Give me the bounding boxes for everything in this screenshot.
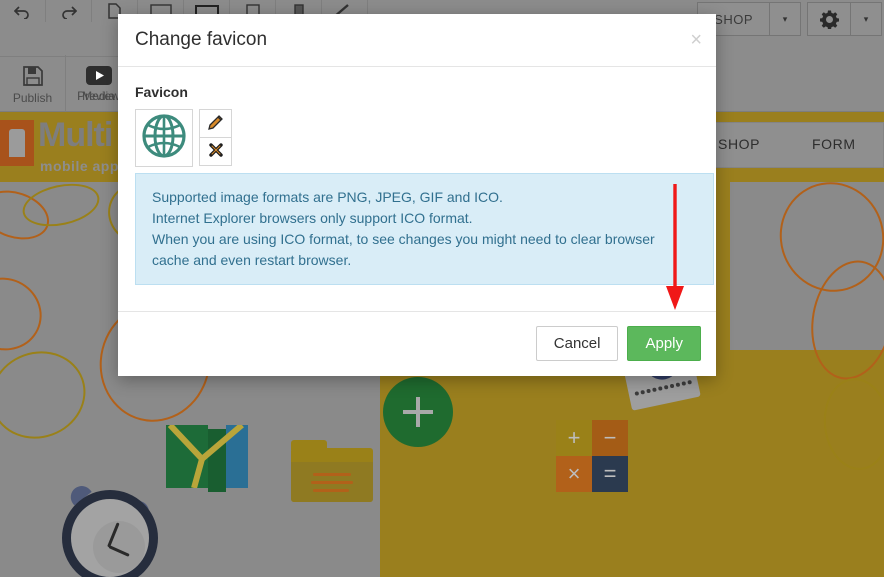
folder-illustration	[291, 440, 373, 502]
calc-key-multiply: ×	[556, 456, 592, 492]
edit-favicon-button[interactable]	[199, 109, 232, 138]
apply-button[interactable]: Apply	[627, 326, 701, 361]
clock-inner	[93, 521, 145, 573]
nav-item-shop[interactable]: SHOP	[718, 136, 760, 152]
cancel-button[interactable]: Cancel	[535, 326, 619, 361]
red-down-arrow-annotation	[666, 184, 684, 310]
info-line: When you are using ICO format, to see ch…	[152, 231, 655, 247]
calc-key-plus: +	[556, 420, 592, 456]
favicon-row	[135, 109, 699, 167]
calc-key-equals: =	[592, 456, 628, 492]
favicon-section-label: Favicon	[135, 84, 188, 100]
chevron-down-icon[interactable]: ▾	[770, 14, 800, 25]
format-info-box: Supported image formats are PNG, JPEG, G…	[135, 173, 714, 285]
settings-menu-button[interactable]: ▾	[807, 2, 882, 36]
folder-line	[313, 473, 351, 476]
pencil-icon	[208, 114, 223, 133]
site-logo-title: Multi	[38, 116, 113, 154]
clock-face	[62, 490, 158, 577]
camera-dots	[634, 379, 693, 398]
dialog-body: Favicon Supported image formats are PNG,…	[118, 67, 716, 311]
dialog-header: Change favicon ×	[118, 14, 716, 67]
unnamed-left-button[interactable]	[0, 54, 66, 115]
info-line: cache and even restart browser.	[152, 252, 352, 268]
change-favicon-dialog: Change favicon × Favicon Supported image…	[118, 14, 716, 376]
favicon-preview[interactable]	[135, 109, 193, 167]
folded-map-illustration	[166, 425, 248, 492]
favicon-actions	[199, 109, 232, 166]
logo-mark	[0, 120, 34, 166]
dialog-footer: Cancel Apply	[118, 311, 716, 375]
map-road	[167, 425, 244, 488]
gear-icon[interactable]	[808, 2, 850, 36]
add-floating-action-button[interactable]	[383, 377, 453, 447]
dialog-title: Change favicon	[135, 29, 268, 50]
close-x-icon	[208, 143, 223, 160]
screen: BETA Publish Preview Me	[0, 0, 884, 577]
toolbar-right-cluster: SHOP ▾ ▾	[697, 2, 882, 36]
globe-icon	[141, 113, 187, 164]
remove-favicon-button[interactable]	[199, 137, 232, 166]
close-icon[interactable]: ×	[690, 30, 702, 50]
folder-line	[313, 489, 349, 492]
calc-key-minus: −	[592, 420, 628, 456]
folder-line	[311, 481, 353, 484]
alarm-clock-illustration	[62, 481, 158, 577]
nav-item-form[interactable]: FORM	[812, 136, 856, 152]
site-logo-tagline: mobile apps	[40, 158, 128, 174]
media-label: Media	[82, 89, 115, 103]
chevron-down-icon[interactable]: ▾	[851, 14, 881, 25]
squiggle-decoration	[0, 265, 54, 363]
info-line: Internet Explorer browsers only support …	[152, 210, 473, 226]
squiggle-decoration	[0, 338, 98, 452]
info-line: Supported image formats are PNG, JPEG, G…	[152, 189, 503, 205]
calculator-illustration: + − × =	[556, 420, 628, 492]
redo-icon[interactable]	[46, 0, 92, 22]
undo-icon[interactable]	[0, 0, 46, 22]
